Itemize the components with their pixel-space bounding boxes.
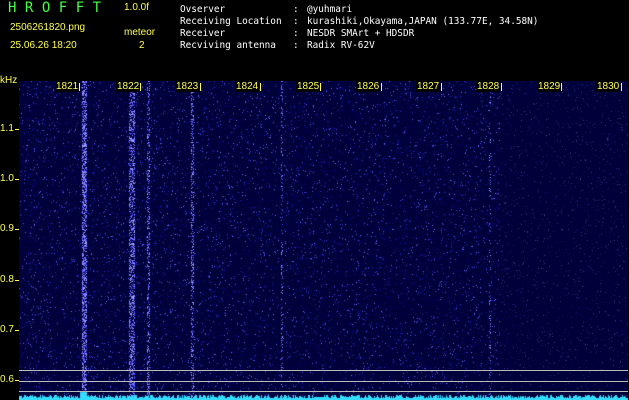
x-tick-label: 1830	[596, 81, 621, 92]
detection-count: 2	[139, 40, 145, 51]
file-name: 2506261820.png	[10, 22, 86, 33]
x-tick-label: 1825	[296, 81, 321, 92]
observation-datetime: 25.06.26 18:20	[10, 40, 77, 51]
info-separator: :	[293, 28, 299, 39]
x-tick-label: 1826	[356, 81, 381, 92]
info-separator: :	[293, 4, 299, 15]
info-value: Radix RV-62V	[307, 40, 375, 51]
info-label: Ovserver	[180, 4, 226, 15]
info-row-observer: Ovserver: @yuhmari	[180, 4, 352, 15]
y-tick-mark	[15, 380, 19, 381]
reference-line	[19, 370, 628, 371]
info-row-receiver: Receiver: NESDR SMArt + HDSDR	[180, 28, 414, 39]
info-separator: :	[293, 16, 299, 27]
x-tick-label: 1821	[55, 81, 80, 92]
info-value: kurashiki,Okayama,JAPAN (133.77E, 34.58N…	[307, 16, 539, 27]
y-tick-label: 0.8	[0, 274, 14, 285]
y-tick-mark	[15, 280, 19, 281]
y-tick-mark	[15, 229, 19, 230]
info-row-antenna: Recviving antenna: Radix RV-62V	[180, 40, 375, 51]
hrofft-window: HROFFT 1.0.0f 2506261820.png meteor 25.0…	[0, 0, 629, 400]
x-tick-label: 1829	[537, 81, 562, 92]
x-tick-label: 1827	[416, 81, 441, 92]
x-tick-mark	[200, 83, 201, 91]
info-label: Recviving antenna	[180, 40, 276, 51]
y-tick-mark	[15, 129, 19, 130]
x-tick-mark	[621, 83, 622, 91]
app-version: 1.0.0f	[124, 2, 150, 13]
info-label: Receiving Location	[180, 16, 282, 27]
x-tick-mark	[260, 83, 261, 91]
x-tick-label: 1822	[116, 81, 141, 92]
observation-mode: meteor	[124, 27, 156, 38]
y-tick-mark	[15, 179, 19, 180]
info-label: Receiver	[180, 28, 226, 39]
x-tick-label: 1823	[175, 81, 200, 92]
y-tick-label: 1.0	[0, 173, 14, 184]
y-tick-label: 0.9	[0, 223, 14, 234]
y-tick-label: 1.1	[0, 123, 14, 134]
y-axis-unit: kHz	[0, 75, 18, 86]
info-row-location: Receiving Location: kurashiki,Okayama,JAP…	[180, 16, 538, 27]
x-tick-mark	[381, 83, 382, 91]
info-value: NESDR SMArt + HDSDR	[307, 28, 415, 39]
reference-line	[19, 391, 628, 392]
spectrogram-panel	[19, 81, 628, 400]
reference-line	[19, 381, 628, 382]
y-tick-label: 0.6	[0, 374, 14, 385]
x-tick-mark	[501, 83, 502, 91]
info-separator: :	[293, 40, 299, 51]
spectrogram-waterfall	[19, 81, 628, 400]
info-value: @yuhmari	[307, 4, 353, 15]
app-brand: HROFFT	[8, 0, 110, 16]
y-tick-mark	[15, 330, 19, 331]
y-tick-label: 0.7	[0, 324, 14, 335]
x-tick-label: 1824	[235, 81, 260, 92]
x-tick-label: 1828	[476, 81, 501, 92]
x-tick-mark	[441, 83, 442, 91]
